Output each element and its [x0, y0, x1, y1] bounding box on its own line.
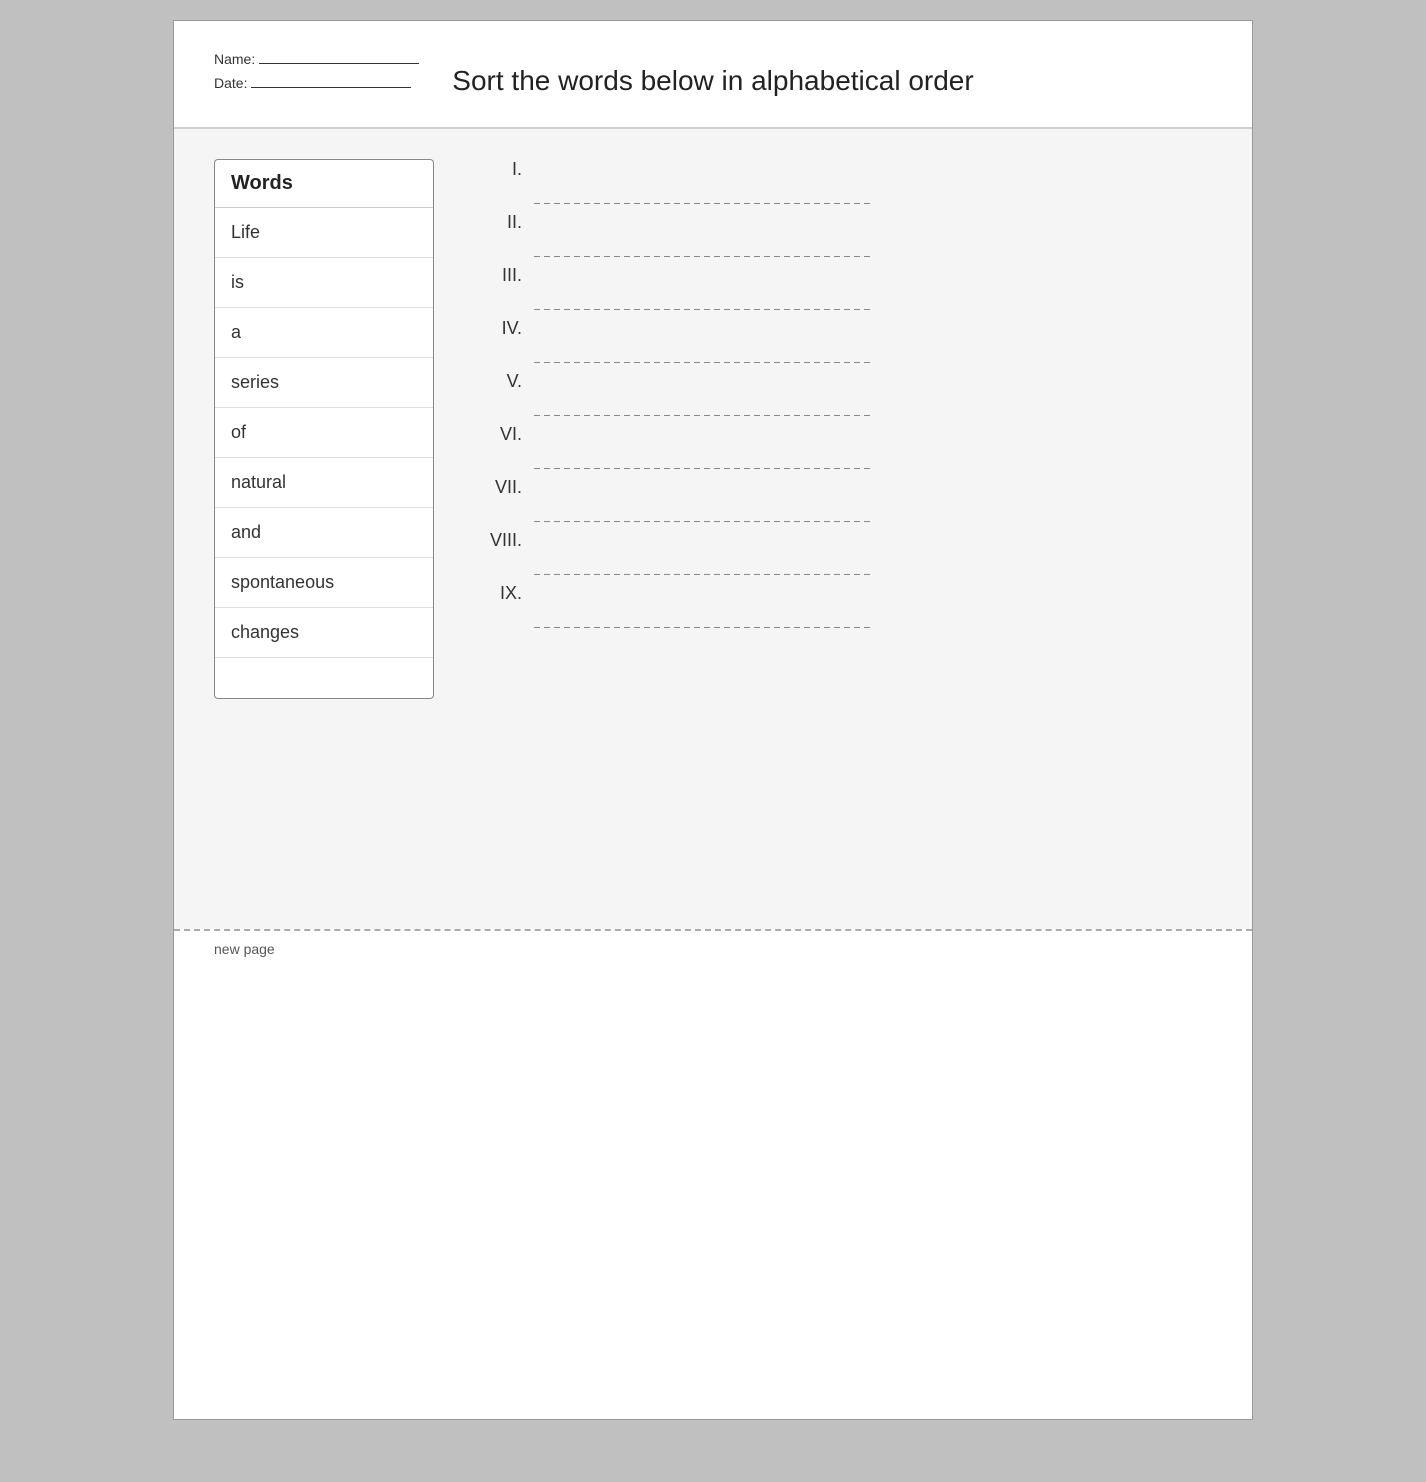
numeral-8: VIII.	[474, 530, 534, 555]
date-label: Date:	[214, 75, 247, 91]
numeral-6: VI.	[474, 424, 534, 449]
answer-item-8: VIII.	[474, 530, 1212, 555]
answer-line-9[interactable]	[534, 627, 874, 628]
answer-line-5[interactable]	[534, 415, 874, 416]
new-page-label: new page	[214, 941, 275, 957]
answer-item-5: V.	[474, 371, 1212, 396]
answer-item-7: VII.	[474, 477, 1212, 502]
numeral-2: II.	[474, 212, 534, 237]
numeral-7: VII.	[474, 477, 534, 502]
numeral-1: I.	[474, 159, 534, 184]
answer-line-8[interactable]	[534, 574, 874, 575]
answer-item-4: IV.	[474, 318, 1212, 343]
word-item-life: Life	[215, 208, 433, 258]
new-page-section: new page	[174, 929, 1252, 969]
word-item-and: and	[215, 508, 433, 558]
words-footer	[215, 658, 433, 698]
numeral-3: III.	[474, 265, 534, 290]
answer-item-1: I.	[474, 159, 1212, 184]
content-layout: Words Life is a series of natural and sp…	[214, 159, 1212, 699]
header-section: Name: Date: Sort the words below in alph…	[174, 21, 1252, 129]
page-container: Name: Date: Sort the words below in alph…	[173, 20, 1253, 1420]
content-section: Words Life is a series of natural and sp…	[174, 129, 1252, 929]
answer-line-3[interactable]	[534, 309, 874, 310]
spacer	[214, 699, 1212, 799]
answer-item-3: III.	[474, 265, 1212, 290]
word-item-of: of	[215, 408, 433, 458]
answer-item-2: II.	[474, 212, 1212, 237]
name-underline	[259, 63, 419, 64]
numeral-5: V.	[474, 371, 534, 396]
answer-line-1[interactable]	[534, 203, 874, 204]
date-underline	[251, 87, 411, 88]
answer-list: I. II. III. IV. V.	[474, 159, 1212, 636]
word-item-changes: changes	[215, 608, 433, 658]
words-box: Words Life is a series of natural and sp…	[214, 159, 434, 699]
word-item-natural: natural	[215, 458, 433, 508]
answer-item-9: IX.	[474, 583, 1212, 608]
words-box-header: Words	[215, 160, 433, 208]
answer-line-6[interactable]	[534, 468, 874, 469]
answer-line-4[interactable]	[534, 362, 874, 363]
name-label: Name:	[214, 51, 255, 67]
word-item-spontaneous: spontaneous	[215, 558, 433, 608]
numeral-9: IX.	[474, 583, 534, 608]
answer-line-2[interactable]	[534, 256, 874, 257]
answer-item-6: VI.	[474, 424, 1212, 449]
answer-line-7[interactable]	[534, 521, 874, 522]
word-item-a: a	[215, 308, 433, 358]
word-item-is: is	[215, 258, 433, 308]
numeral-4: IV.	[474, 318, 534, 343]
word-item-series: series	[215, 358, 433, 408]
